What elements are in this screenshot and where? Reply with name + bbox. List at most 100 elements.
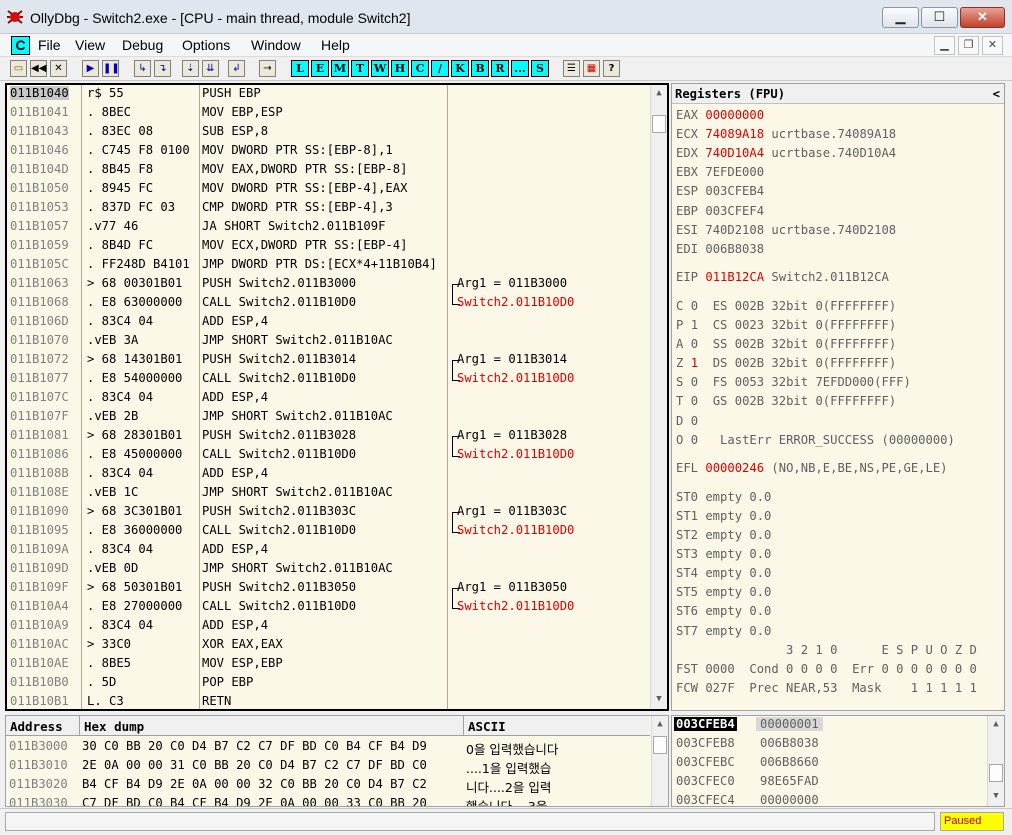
dump-row[interactable]: 011B3000 30 C0 BB 20 C0 D4 B7 C2 C7 DF BD… — [6, 739, 650, 758]
disasm-row[interactable]: 011B109A . 83C4 04 ADD ESP,4 — [7, 541, 667, 560]
disasm-row[interactable]: 011B105C . FF248D B4101 JMP DWORD PTR DS:[… — [7, 256, 667, 275]
fpu-register-text[interactable]: ST4 empty 0.0 — [676, 566, 771, 580]
disasm-row[interactable]: 011B107F .vEB 2B JMP SHORT Switch2.011B10A… — [7, 408, 667, 427]
cpu-window-button[interactable]: C — [411, 60, 429, 77]
disasm-row[interactable]: 011B10B1 L. C3 RETN — [7, 693, 667, 709]
mdi-restore-button[interactable]: ❐ — [958, 36, 979, 55]
flag-value[interactable]: 0 — [691, 414, 698, 428]
disasm-row[interactable]: 011B108E .vEB 1C JMP SHORT Switch2.011B10A… — [7, 484, 667, 503]
trace-into-icon[interactable]: ⇣ — [182, 60, 199, 77]
disasm-row[interactable]: 011B1041 . 8BEC MOV EBP,ESP — [7, 104, 667, 123]
scroll-thumb[interactable] — [989, 764, 1003, 782]
go-to-icon[interactable]: → — [259, 60, 276, 77]
cpu-window-icon[interactable]: C — [11, 36, 30, 55]
menu-help[interactable]: Help — [321, 37, 350, 53]
address-column-header[interactable]: Address — [6, 716, 80, 736]
scroll-thumb[interactable] — [652, 115, 666, 133]
flag-value[interactable]: 1 — [691, 318, 698, 332]
scroll-down-icon[interactable]: ▼ — [988, 788, 1004, 804]
menu-view[interactable]: View — [75, 37, 105, 53]
disasm-row[interactable]: 011B1095 . E8 36000000 CALL Switch2.011B10… — [7, 522, 667, 541]
stack-row[interactable]: 003CFEC4 00000000 — [672, 793, 986, 806]
register-value[interactable]: 00000246 — [705, 461, 764, 475]
scroll-down-icon[interactable]: ▼ — [651, 691, 667, 707]
log-window-button[interactable]: L — [291, 60, 309, 77]
scroll-up-icon[interactable]: ▲ — [651, 85, 667, 101]
disasm-row[interactable]: 011B1063 > 68 00301B01 PUSH Switch2.011B30… — [7, 275, 667, 294]
dump-row[interactable]: 011B3010 2E 0A 00 00 31 C0 BB 20 C0 D4 B7… — [6, 758, 650, 777]
scroll-up-icon[interactable]: ▲ — [988, 716, 1004, 732]
flag-value[interactable]: 0 — [691, 375, 698, 389]
step-over-icon[interactable]: ↴ — [154, 60, 171, 77]
disasm-row[interactable]: 011B1043 . 83EC 08 SUB ESP,8 — [7, 123, 667, 142]
flag-value[interactable]: 0 — [691, 433, 698, 447]
disasm-row[interactable]: 011B104D . 8B45 F8 MOV EAX,DWORD PTR SS:[E… — [7, 161, 667, 180]
fpu-register-text[interactable]: ST5 empty 0.0 — [676, 585, 771, 599]
disasm-row[interactable]: 011B1072 > 68 14301B01 PUSH Switch2.011B30… — [7, 351, 667, 370]
dump-scrollbar[interactable]: ▲ — [651, 716, 668, 806]
disasm-row[interactable]: 011B10B0 . 5D POP EBP — [7, 674, 667, 693]
breakpoints-window-button[interactable]: B — [471, 60, 489, 77]
disasm-row[interactable]: 011B108B . 83C4 04 ADD ESP,4 — [7, 465, 667, 484]
fpu-register-text[interactable]: ST3 empty 0.0 — [676, 547, 771, 561]
fpu-register-text[interactable]: ST0 empty 0.0 — [676, 490, 771, 504]
disassembly-scrollbar[interactable]: ▲ ▼ — [650, 85, 667, 709]
disassembly-pane[interactable]: 011B1040 r$ 55 PUSH EBP 011B1041 . 8BEC MOV E… — [5, 83, 669, 711]
step-into-icon[interactable]: ↳ — [134, 60, 151, 77]
source-window-button[interactable]: S — [531, 60, 549, 77]
disasm-row[interactable]: 011B1059 . 8B4D FC MOV ECX,DWORD PTR SS:[E… — [7, 237, 667, 256]
handles-window-button[interactable]: H — [391, 60, 409, 77]
help-icon[interactable]: ? — [603, 60, 620, 77]
mdi-close-button[interactable]: ✕ — [982, 36, 1003, 55]
fpu-register-text[interactable]: ST7 empty 0.0 — [676, 624, 771, 638]
disasm-row[interactable]: 011B1090 > 68 3C301B01 PUSH Switch2.011B30… — [7, 503, 667, 522]
disasm-row[interactable]: 011B109D .vEB 0D JMP SHORT Switch2.011B10A… — [7, 560, 667, 579]
register-value[interactable]: 740D2108 — [705, 223, 764, 237]
grid-icon[interactable]: ▦ — [583, 60, 600, 77]
stack-row[interactable]: 003CFEB4 00000001 — [672, 717, 986, 736]
flag-value[interactable]: 0 — [691, 337, 698, 351]
references-window-button[interactable]: R — [491, 60, 509, 77]
pause-icon[interactable]: ❚❚ — [102, 60, 120, 77]
menu-options[interactable]: Options — [182, 37, 230, 53]
fpu-register-text[interactable]: ST2 empty 0.0 — [676, 528, 771, 542]
modules-window-button[interactable]: E — [311, 60, 329, 77]
flag-value[interactable]: 0 — [691, 299, 698, 313]
flag-value[interactable]: 0 — [691, 394, 698, 408]
register-value[interactable]: 00000000 — [705, 108, 764, 122]
register-value[interactable]: 011B12CA — [705, 270, 764, 284]
disasm-row[interactable]: 011B10A4 . E8 27000000 CALL Switch2.011B10… — [7, 598, 667, 617]
register-value[interactable]: 7EFDE000 — [705, 165, 764, 179]
register-value[interactable]: 740D10A4 — [705, 146, 764, 160]
list-icon[interactable]: ☰ — [563, 60, 580, 77]
flag-value[interactable]: 1 — [691, 356, 698, 370]
registers-pane[interactable]: Registers (FPU) < EAX 00000000 ECX 74089… — [671, 83, 1005, 711]
disasm-row[interactable]: 011B107C . 83C4 04 ADD ESP,4 — [7, 389, 667, 408]
hex-dump-column-header[interactable]: Hex dump — [80, 716, 464, 736]
disasm-row[interactable]: 011B1068 . E8 63000000 CALL Switch2.011B10… — [7, 294, 667, 313]
disasm-row[interactable]: 011B1046 . C745 F8 0100 MOV DWORD PTR SS:[… — [7, 142, 667, 161]
registers-title[interactable]: Registers (FPU) < — [672, 84, 1004, 104]
disasm-row[interactable]: 011B1086 . E8 45000000 CALL Switch2.011B10… — [7, 446, 667, 465]
hex-dump-pane[interactable]: Address Hex dump ASCII 011B3000 30 C0 BB … — [5, 715, 669, 807]
disasm-row[interactable]: 011B106D . 83C4 04 ADD ESP,4 — [7, 313, 667, 332]
dump-row[interactable]: 011B3030 C7 DF BD C0 B4 CF B4 D9 2E 0A 00… — [6, 796, 650, 806]
close-icon[interactable]: ✕ — [50, 60, 67, 77]
threads-window-button[interactable]: T — [351, 60, 369, 77]
close-button[interactable]: ✕ — [960, 7, 1005, 28]
execute-till-return-icon[interactable]: ↲ — [228, 60, 245, 77]
patches-window-button[interactable]: / — [431, 60, 449, 77]
register-value[interactable]: 006B8038 — [705, 242, 764, 256]
fpu-register-text[interactable]: ST1 empty 0.0 — [676, 509, 771, 523]
collapse-icon[interactable]: < — [993, 87, 1000, 101]
menu-window[interactable]: Window — [251, 37, 301, 53]
ascii-column-header[interactable]: ASCII — [464, 716, 650, 736]
open-icon[interactable]: ▭ — [10, 60, 27, 77]
disasm-row[interactable]: 011B1040 r$ 55 PUSH EBP — [7, 85, 667, 104]
disasm-row[interactable]: 011B10AC > 33C0 XOR EAX,EAX — [7, 636, 667, 655]
register-value[interactable]: 003CFEF4 — [705, 204, 764, 218]
disasm-row[interactable]: 011B1053 . 837D FC 03 CMP DWORD PTR SS:[EB… — [7, 199, 667, 218]
register-value[interactable]: 74089A18 — [705, 127, 764, 141]
call-stack-window-button[interactable]: K — [451, 60, 469, 77]
disasm-row[interactable]: 011B10AE . 8BE5 MOV ESP,EBP — [7, 655, 667, 674]
